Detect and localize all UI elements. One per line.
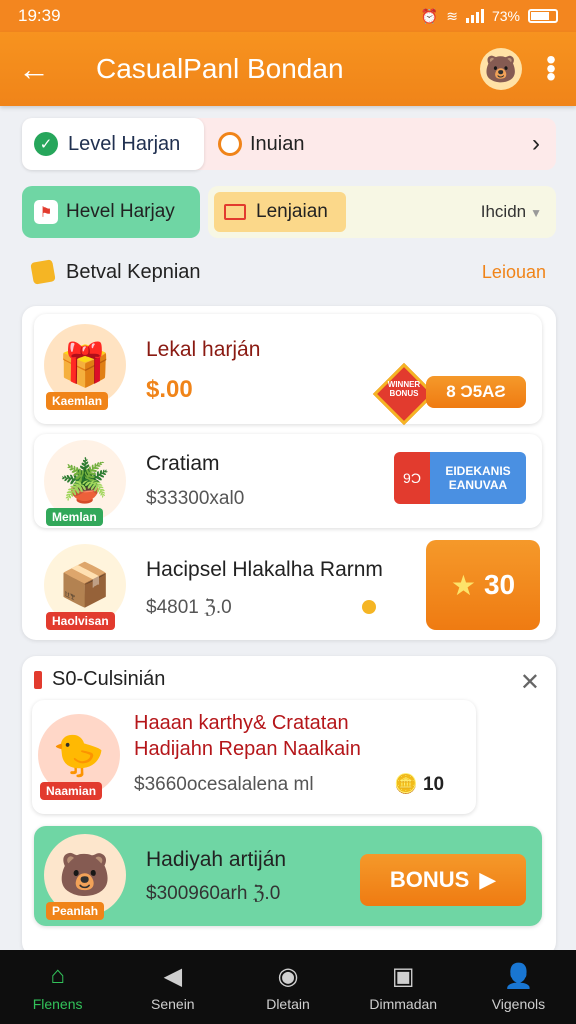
upload-circle-icon: ◉	[277, 962, 299, 990]
list-item[interactable]: 🎁 Kaemlan Lekal harján $.00 WINNER BONUS…	[34, 314, 542, 426]
nav-item-home[interactable]: ⌂ Flenens	[0, 950, 115, 1024]
list-item[interactable]: 🪴 Memlan Cratiam $33300xal0 9Ɔ EIDEKANIS…	[34, 434, 542, 528]
item-badge: Haolvisan	[46, 612, 115, 630]
close-icon[interactable]: ✕	[520, 668, 540, 697]
battery-icon	[528, 9, 558, 23]
flag-icon: ⚑	[34, 200, 58, 224]
item-title-line2: Hadijahn Repan Naalkain	[134, 738, 361, 760]
check-icon: ✓	[34, 132, 58, 156]
seal-label: WINNER BONUS	[387, 380, 421, 398]
bottom-nav: ⌂ Flenens ◀ Senein ◉ Dletain ▣ Dimmadan …	[0, 950, 576, 1024]
bonus-button[interactable]: BONUS ▶	[360, 854, 526, 906]
section-header: Betval Kepnian Leiouan	[30, 258, 546, 286]
item-value: $4801 ℨ.0	[146, 597, 232, 618]
nav-label: Senein	[151, 996, 195, 1012]
item-title: Hacipsel Hlakalha Rarnm	[146, 558, 383, 581]
tab-label: Lenjaian	[256, 201, 328, 222]
reward-card-group: ✕ 🎁 Kaemlan Lekal harján $.00 WINNER BON…	[22, 306, 556, 640]
megaphone-icon: ◀	[163, 962, 183, 990]
tab-row-primary: ✓ Level Harjan Inuian ›	[22, 118, 556, 170]
more-vert-icon[interactable]: • • •	[544, 46, 558, 91]
event-card-group: S0-Culsinián ✕ 🐤 Naamian Haaan karthy& C…	[22, 656, 556, 956]
nav-label: Dletain	[266, 996, 310, 1012]
reward-value: 10	[422, 774, 445, 795]
claim-label: 8 Ɔ5AƧ	[446, 382, 506, 401]
list-item[interactable]: 🐤 Naamian Haaan karthy& Cratatan Hadijah…	[32, 700, 476, 814]
tab-row-secondary: ⚑ Hevel Harjay Lenjaian Ihcidn ▼	[22, 186, 556, 238]
nav-item-vigenols[interactable]: 👤 Vigenols	[461, 950, 576, 1024]
item-value: $3660ocesalalena ml	[134, 774, 314, 795]
tab-inuian[interactable]: Inuian	[204, 132, 532, 156]
nav-label: Dimmadan	[369, 996, 438, 1012]
home-icon: ⌂	[50, 962, 65, 989]
tab-level-harjan[interactable]: ✓ Level Harjan	[22, 118, 204, 170]
gift-icon: 🎁 Kaemlan	[44, 324, 126, 410]
exchange-left: 9Ɔ	[394, 452, 430, 504]
mail-icon	[224, 204, 246, 220]
section-title: Betval Kepnian	[66, 260, 201, 283]
plant-pot-icon: 🪴 Memlan	[44, 440, 126, 526]
bear-icon: 🐻 Peanlah	[44, 834, 126, 920]
list-item[interactable]: 📦 Haolvisan Hacipsel Hlakalha Rarnm $480…	[34, 538, 542, 632]
back-arrow-icon[interactable]: ←	[18, 51, 68, 88]
item-badge: Memlan	[46, 508, 103, 526]
item-value: $300960arh ℨ.0	[146, 883, 281, 904]
coin-dot-icon	[362, 600, 376, 614]
item-badge: Kaemlan	[46, 392, 109, 410]
nav-item-senein[interactable]: ◀ Senein	[115, 950, 230, 1024]
star-icon: ★	[450, 569, 476, 601]
item-title: Lekal harján	[146, 338, 261, 361]
mascots-icon: 🐤 Naamian	[38, 714, 120, 800]
item-title-line1: Haaan karthy& Cratatan	[134, 712, 349, 734]
section-link[interactable]: Leiouan	[482, 262, 546, 283]
profile-icon: 👤	[503, 962, 534, 990]
exchange-bottom: EANUVAA	[448, 478, 508, 492]
avatar[interactable]: 🐻	[480, 48, 522, 90]
points-button[interactable]: ★ 30	[426, 540, 540, 630]
list-item[interactable]: 🐻 Peanlah Hadiyah artiján $300960arh ℨ.0…	[34, 826, 542, 926]
square-box-icon: ▣	[391, 962, 415, 990]
status-icons: ⏰ ≋ 73%	[421, 8, 558, 25]
section-title: S0-Culsinián	[52, 668, 166, 690]
app-bar: ← CasualPanl Bondan 🐻 • • •	[0, 32, 576, 106]
tab-lenjaian[interactable]: Lenjaian	[214, 192, 346, 232]
nav-label: Flenens	[32, 996, 83, 1012]
tab-hevel-harjay[interactable]: ⚑ Hevel Harjay	[22, 186, 200, 238]
bonus-label: BONUS	[389, 867, 470, 892]
play-icon: ▶	[479, 867, 497, 892]
item-badge: Naamian	[40, 782, 103, 800]
status-time: 19:39	[18, 6, 61, 25]
treasure-box-icon: 📦 Haolvisan	[44, 544, 126, 630]
battery-percent: 73%	[491, 8, 520, 24]
nav-item-dletain[interactable]: ◉ Dletain	[230, 950, 345, 1024]
chevron-right-icon[interactable]: ›	[532, 130, 556, 158]
tab-cream-group: Lenjaian Ihcidn ▼	[208, 186, 556, 238]
filter-dropdown[interactable]: Ihcidn ▼	[481, 202, 556, 222]
coin-icon	[30, 259, 56, 285]
item-title: Hadiyah artiján	[146, 848, 287, 871]
item-value: $33300xal0	[146, 488, 245, 509]
dropdown-value: Ihcidn	[480, 202, 527, 221]
clock-icon	[218, 132, 242, 156]
item-badge: Peanlah	[46, 902, 105, 920]
item-title: Cratiam	[146, 452, 220, 475]
signal-icon	[465, 9, 484, 23]
wifi-icon: ≋	[446, 7, 458, 24]
exchange-button[interactable]: 9Ɔ EIDEKANIS EANUVAA	[394, 452, 526, 504]
page-title: CasualPanl Bondan	[96, 53, 344, 84]
points-label: 30	[483, 569, 516, 600]
section-marker-icon	[34, 670, 42, 689]
claim-button[interactable]: 8 Ɔ5AƧ	[426, 376, 526, 408]
tab-label: Hevel Harjay	[66, 201, 175, 222]
item-value: $.00	[146, 376, 193, 403]
chevron-down-icon: ▼	[530, 206, 542, 220]
nav-item-dimmadan[interactable]: ▣ Dimmadan	[346, 950, 461, 1024]
alarm-icon: ⏰	[420, 7, 439, 24]
tab-label: Inuian	[250, 132, 305, 155]
tab-label: Level Harjan	[68, 132, 181, 155]
status-bar: 19:39 ⏰ ≋ 73%	[0, 0, 576, 32]
exchange-top: EIDEKANIS	[445, 464, 511, 478]
nav-label: Vigenols	[491, 996, 546, 1012]
reward-amount: 🪙 10	[394, 774, 445, 795]
